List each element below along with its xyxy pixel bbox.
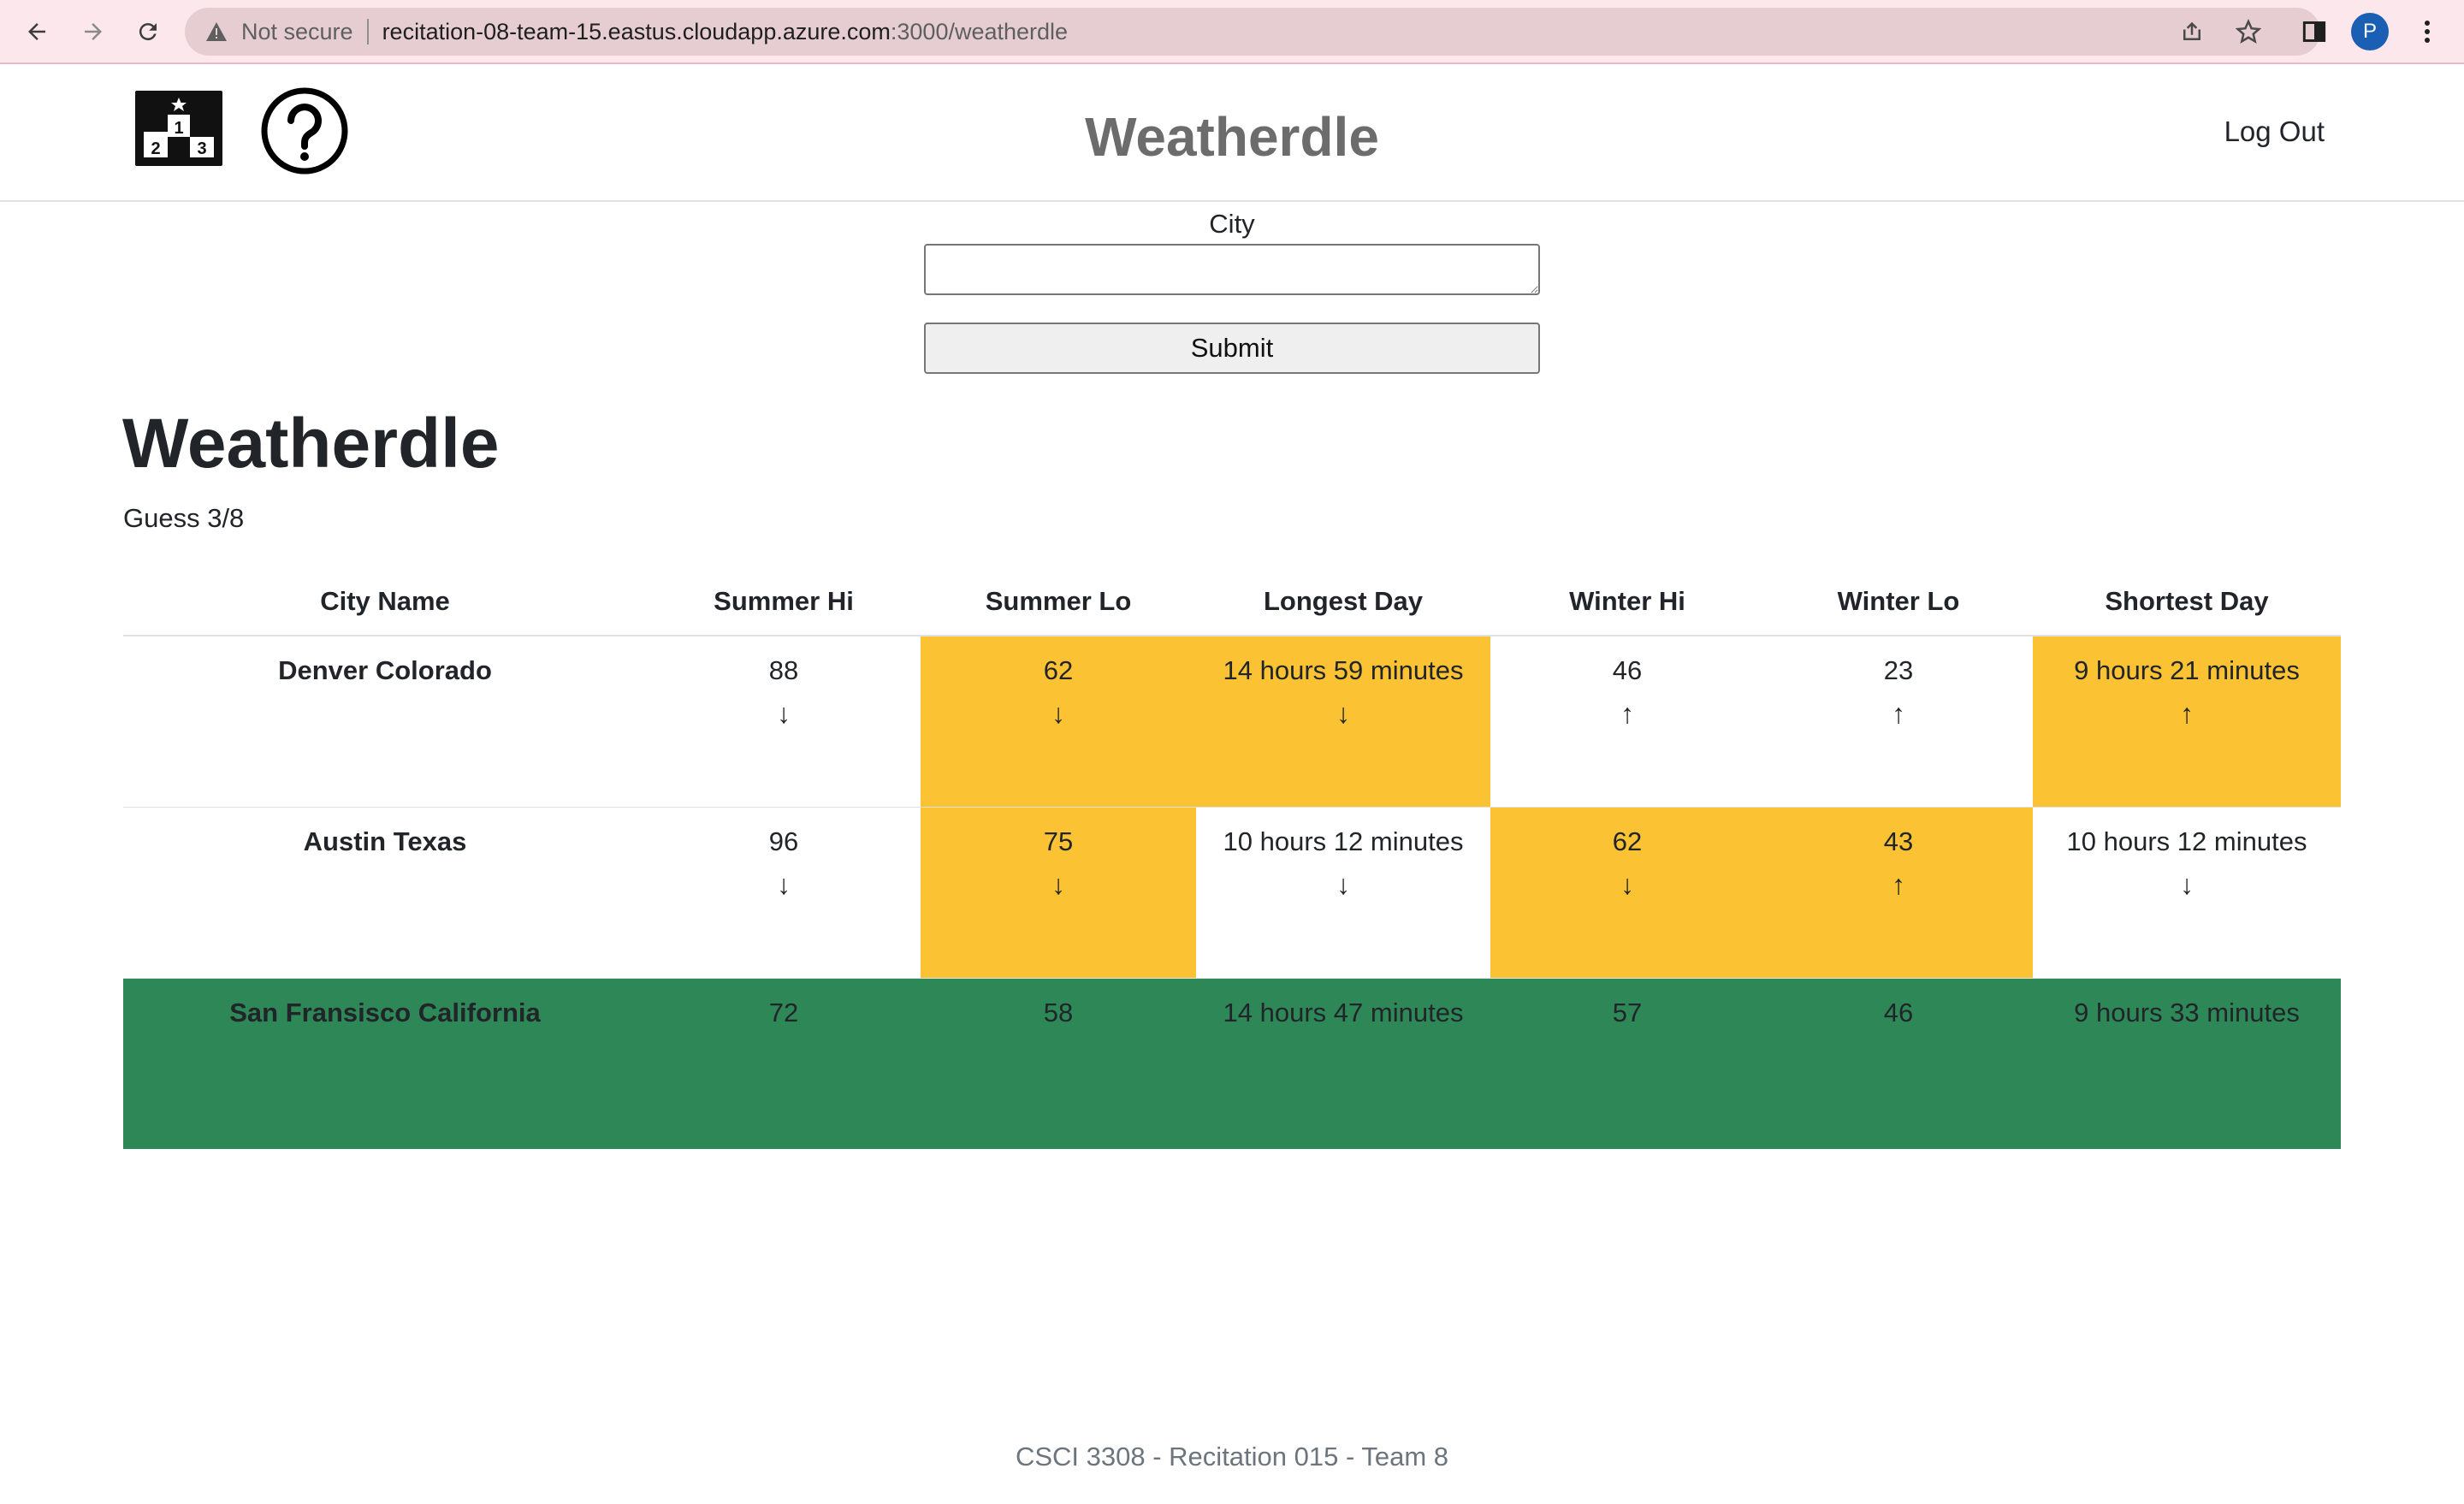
city-field-label: City [1209, 209, 1255, 239]
cell-value: 14 hours 59 minutes [1223, 655, 1464, 685]
cell-value: 10 hours 12 minutes [2066, 826, 2307, 856]
page-footer: CSCI 3308 - Recitation 015 - Team 8 [1015, 1442, 1449, 1471]
cell-value: 62 [1043, 655, 1074, 685]
cell-value: 43 [1883, 826, 1914, 856]
cell-summer-lo: 58 [921, 978, 1196, 1149]
address-separator [366, 19, 369, 44]
cell-value: 23 [1883, 655, 1914, 685]
reload-icon[interactable] [127, 10, 169, 53]
hint-arrow-icon: ↓ [777, 698, 791, 729]
cell-winter-lo: 23 ↑ [1764, 636, 2033, 808]
submit-button[interactable]: Submit [924, 323, 1540, 374]
hint-arrow-icon: ↑ [2180, 698, 2194, 729]
logout-link[interactable]: Log Out [2224, 115, 2325, 148]
cell-summer-hi: 96 ↓ [647, 807, 921, 979]
hint-arrow-icon: ↓ [2180, 868, 2194, 900]
hint-arrow-icon: ↓ [1336, 698, 1350, 729]
cell-longest-day: 14 hours 47 minutes [1196, 978, 1490, 1149]
table-row: Austin Texas 96 ↓ 75 ↓ 10 hours 12 minutes… [123, 807, 2341, 979]
column-header-winter-lo: Winter Lo [1764, 567, 2033, 637]
browser-menu-icon[interactable] [2406, 10, 2449, 53]
hint-arrow-icon: ↓ [1336, 868, 1350, 900]
table-row-correct-guess: San Fransisco California 72 58 14 hours … [123, 978, 2341, 1149]
cell-summer-hi: 88 ↓ [647, 636, 921, 808]
cell-summer-lo: 62 ↓ [921, 636, 1196, 808]
cell-summer-lo: 75 ↓ [921, 807, 1196, 979]
cell-shortest-day: 9 hours 21 minutes ↑ [2033, 636, 2341, 808]
cell-shortest-day: 10 hours 12 minutes ↓ [2033, 807, 2341, 979]
cell-value: 46 [1612, 655, 1643, 685]
cell-value: 62 [1612, 826, 1643, 856]
forward-arrow-icon[interactable] [72, 10, 115, 53]
column-header-shortest-day: Shortest Day [2033, 567, 2341, 637]
cell-city-name: Denver Colorado [123, 636, 647, 808]
city-input[interactable] [924, 244, 1540, 295]
hint-arrow-icon: ↓ [1051, 868, 1065, 900]
warning-icon[interactable] [204, 19, 229, 44]
table-header-row: City Name Summer Hi Summer Lo Longest Da… [123, 567, 2341, 637]
cell-value: 96 [768, 826, 799, 856]
cell-city-name: San Fransisco California [123, 978, 647, 1149]
cell-longest-day: 10 hours 12 minutes ↓ [1196, 807, 1490, 979]
hint-arrow-icon: ↑ [1892, 868, 1905, 900]
url-path: :3000/weatherdle [890, 18, 1069, 44]
table-row: Denver Colorado 88 ↓ 62 ↓ 14 hours 59 minu… [123, 636, 2341, 808]
profile-avatar[interactable]: P [2351, 13, 2389, 50]
hint-arrow-icon: ↓ [777, 868, 791, 900]
guess-table: City Name Summer Hi Summer Lo Longest Da… [123, 567, 2341, 1149]
side-panel-icon[interactable] [2293, 10, 2336, 53]
column-header-longest-day: Longest Day [1196, 567, 1490, 637]
url-text[interactable]: recitation-08-team-15.eastus.cloudapp.az… [382, 19, 1068, 45]
column-header-winter-hi: Winter Hi [1490, 567, 1764, 637]
cell-summer-hi: 72 [647, 978, 921, 1149]
column-header-summer-lo: Summer Lo [921, 567, 1196, 637]
cell-winter-lo: 43 ↑ [1764, 807, 2033, 979]
cell-winter-hi: 46 ↑ [1490, 636, 1764, 808]
share-icon[interactable] [2177, 16, 2207, 47]
bookmark-star-icon[interactable] [2233, 16, 2264, 47]
hint-arrow-icon: ↑ [1892, 698, 1905, 729]
cell-longest-day: 14 hours 59 minutes ↓ [1196, 636, 1490, 808]
column-header-city: City Name [123, 567, 647, 637]
address-bar[interactable]: Not secure recitation-08-team-15.eastus.… [185, 8, 2320, 56]
cell-winter-lo: 46 [1764, 978, 2033, 1149]
cell-value: 9 hours 21 minutes [2074, 655, 2300, 685]
cell-winter-hi: 62 ↓ [1490, 807, 1764, 979]
hint-arrow-icon: ↓ [1051, 698, 1065, 729]
cell-winter-hi: 57 [1490, 978, 1764, 1149]
guess-counter: Guess 3/8 [123, 503, 245, 533]
site-title[interactable]: Weatherdle [0, 105, 2464, 169]
cell-value: 10 hours 12 minutes [1223, 826, 1464, 856]
column-header-summer-hi: Summer Hi [647, 567, 921, 637]
back-arrow-icon[interactable] [15, 10, 58, 53]
site-navbar: 1 2 3 Weatherdle Log Out [0, 66, 2464, 202]
cell-city-name: Austin Texas [123, 807, 647, 979]
cell-shortest-day: 9 hours 33 minutes [2033, 978, 2341, 1149]
url-host: recitation-08-team-15.eastus.cloudapp.az… [382, 18, 891, 44]
cell-value: 88 [768, 655, 799, 685]
hint-arrow-icon: ↑ [1620, 698, 1634, 729]
game-title: Weatherdle [122, 405, 500, 483]
security-status[interactable]: Not secure [241, 19, 353, 45]
browser-toolbar: Not secure recitation-08-team-15.eastus.… [0, 0, 2464, 64]
cell-value: 75 [1043, 826, 1074, 856]
hint-arrow-icon: ↓ [1620, 868, 1634, 900]
